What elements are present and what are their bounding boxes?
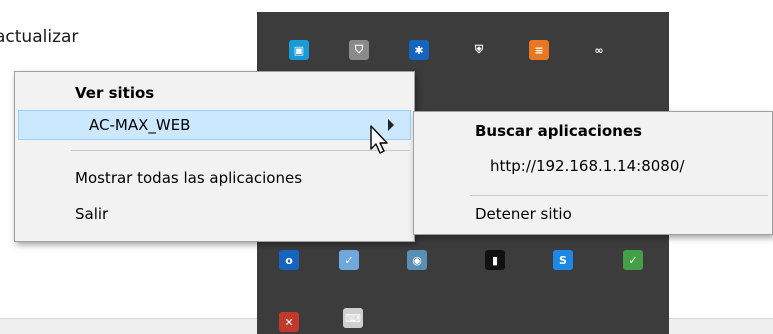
error-app-icon[interactable]: ✕ — [279, 312, 299, 332]
submenu-item-label: http://192.168.1.14:8080/ — [490, 157, 685, 175]
menu-item-label: Salir — [75, 205, 109, 223]
camera-app-icon[interactable]: ▣ — [289, 40, 309, 60]
context-menu-submenu: Buscar aplicaciones http://192.168.1.14:… — [413, 111, 773, 235]
menu-item-ac-max-web[interactable]: AC-MAX_WEB — [18, 110, 411, 140]
menu-separator — [71, 150, 410, 151]
submenu-item-detener[interactable]: Detener sitio — [414, 200, 772, 228]
bluetooth-icon[interactable]: ✱ — [409, 40, 429, 60]
submenu-header-label: Buscar aplicaciones — [475, 122, 642, 140]
submenu-header-buscar: Buscar aplicaciones — [414, 117, 772, 145]
network-globe-icon[interactable]: ◉ — [407, 250, 427, 270]
menu-item-label: Mostrar todas las aplicaciones — [75, 169, 303, 187]
shield-gray-icon[interactable]: ⛉ — [349, 40, 369, 60]
link-icon[interactable]: ∞ — [589, 40, 609, 60]
menu-header-label: Ver sitios — [75, 84, 155, 102]
menu-item-salir[interactable]: Salir — [15, 200, 414, 228]
orange-app-icon[interactable]: ≡ — [529, 40, 549, 60]
keyboard-icon[interactable]: ⌨ — [343, 308, 363, 328]
context-menu-main: Ver sitios AC-MAX_WEB Mostrar todas las … — [14, 71, 415, 242]
skype-icon[interactable]: S — [553, 250, 573, 270]
book-icon[interactable]: ▮ — [485, 250, 505, 270]
mouse-cursor-icon — [370, 125, 388, 154]
outlook-icon[interactable]: o — [279, 250, 299, 270]
submenu-item-url[interactable]: http://192.168.1.14:8080/ — [414, 152, 772, 180]
menu-item-mostrar-todas[interactable]: Mostrar todas las aplicaciones — [15, 164, 414, 192]
green-check-icon[interactable]: ✓ — [623, 250, 643, 270]
menu-separator — [470, 195, 768, 196]
window-title: actualizar — [0, 27, 79, 47]
check-mail-icon[interactable]: ✓ — [339, 250, 359, 270]
submenu-item-label: Detener sitio — [475, 205, 572, 223]
menu-item-label: AC-MAX_WEB — [89, 116, 191, 134]
menu-header-ver-sitios: Ver sitios — [15, 79, 414, 107]
defender-shield-icon[interactable]: ⛨ — [469, 40, 489, 60]
